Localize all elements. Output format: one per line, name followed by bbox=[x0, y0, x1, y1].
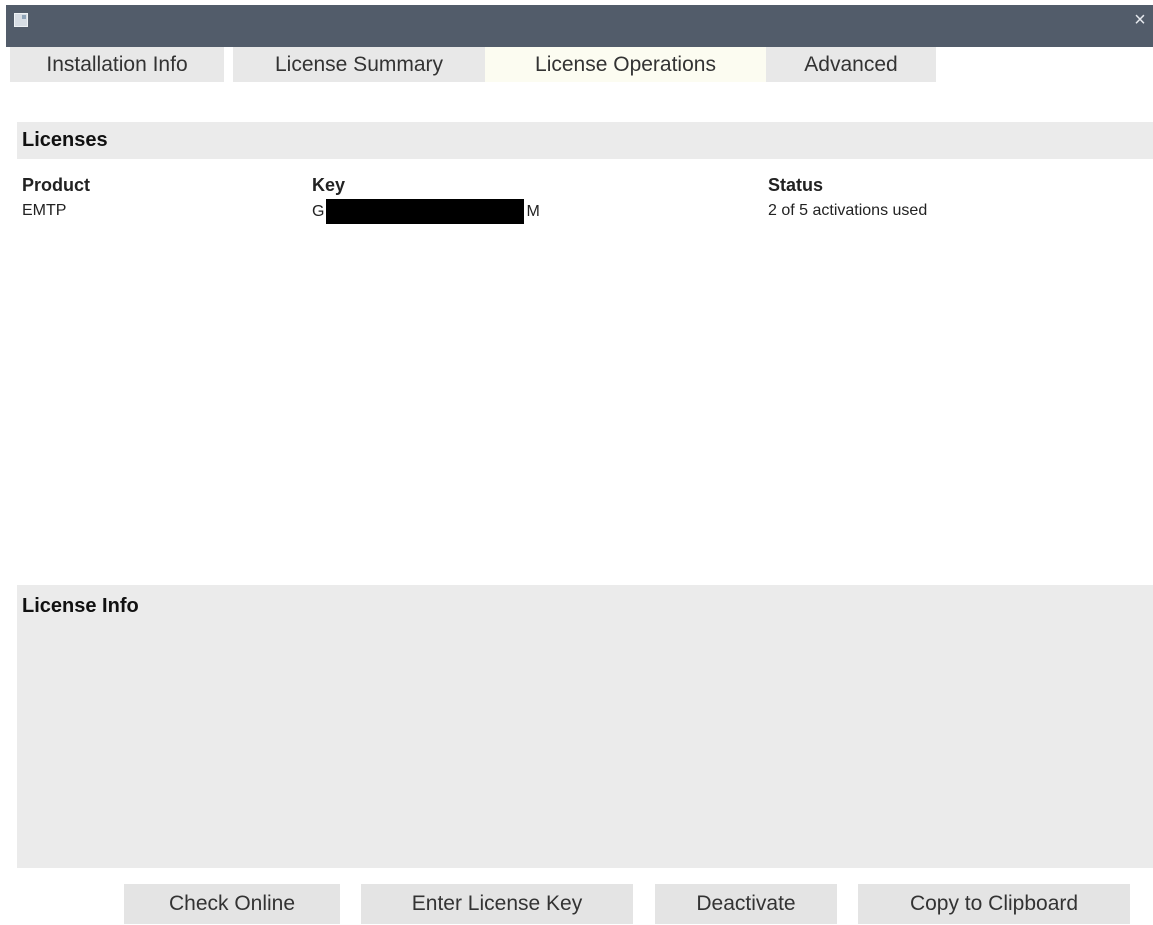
license-key-prefix: G bbox=[312, 202, 325, 220]
tab-advanced[interactable]: Advanced bbox=[766, 47, 936, 82]
title-bar: × bbox=[6, 5, 1153, 47]
license-key-suffix: M bbox=[526, 202, 540, 220]
column-header-key: Key bbox=[312, 175, 346, 195]
tab-bar: Installation Info License Summary Licens… bbox=[10, 47, 936, 82]
copy-to-clipboard-button[interactable]: Copy to Clipboard bbox=[858, 884, 1130, 924]
license-info-panel: License Info bbox=[17, 585, 1153, 868]
close-icon[interactable]: × bbox=[1131, 10, 1149, 30]
redacted-key-block bbox=[326, 199, 525, 224]
app-window-icon bbox=[14, 13, 28, 27]
tab-license-summary[interactable]: License Summary bbox=[233, 47, 485, 82]
deactivate-button[interactable]: Deactivate bbox=[655, 884, 837, 924]
check-online-button[interactable]: Check Online bbox=[124, 884, 340, 924]
enter-license-key-button[interactable]: Enter License Key bbox=[361, 884, 633, 924]
licenses-header: Licenses bbox=[17, 122, 1153, 159]
license-status-cell[interactable]: 2 of 5 activations used bbox=[768, 202, 927, 220]
column-header-status: Status bbox=[768, 175, 824, 195]
column-header-product: Product bbox=[22, 175, 91, 195]
license-key-cell[interactable]: G M bbox=[312, 199, 540, 224]
tab-license-operations[interactable]: License Operations bbox=[485, 47, 766, 82]
license-product-cell[interactable]: EMTP bbox=[22, 202, 66, 220]
license-info-title: License Info bbox=[22, 595, 139, 617]
tab-installation-info[interactable]: Installation Info bbox=[10, 47, 224, 82]
